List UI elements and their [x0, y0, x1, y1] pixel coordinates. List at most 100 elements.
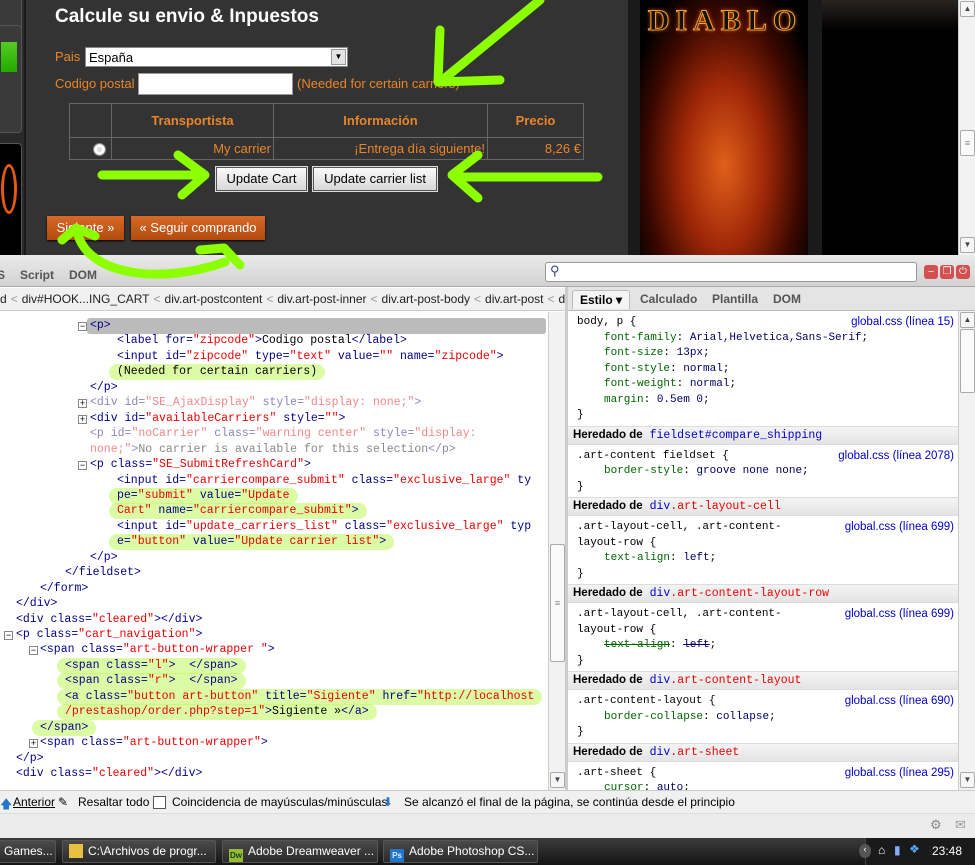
firebug-search-input[interactable]: ⚲ [545, 262, 917, 282]
zip-code-input[interactable] [138, 73, 293, 95]
detach-window-icon[interactable]: ❐ [940, 265, 954, 279]
property-name[interactable]: font-size [604, 347, 663, 359]
breadcrumb-item[interactable]: div.art-post [485, 292, 543, 306]
scroll-down-icon[interactable]: ▼ [960, 237, 975, 253]
inherited-element[interactable]: fieldset [650, 429, 705, 442]
html-tree-line[interactable]: <p id="noCarrier" class="warning center"… [90, 426, 477, 442]
inherited-element[interactable]: div [650, 500, 671, 513]
html-tree-line[interactable]: <div id="SE_AjaxDisplay" style="display:… [90, 395, 421, 411]
css-declaration[interactable]: margin: 0.5em 0; [577, 393, 958, 409]
html-tree-line[interactable]: <span class="r"> </span> [57, 673, 246, 690]
minimize-icon[interactable]: – [924, 265, 938, 279]
rule-source-link[interactable]: global.css (línea 699) [845, 521, 954, 533]
inherited-selector[interactable]: .art-content-layout-row [670, 587, 829, 600]
tab-style[interactable]: Estilo ▾ [572, 290, 631, 309]
breadcrumb-item[interactable]: d [0, 292, 7, 306]
property-value[interactable]: groove none none [696, 465, 802, 477]
task-explorer[interactable]: C:\Archivos de progr... [62, 840, 216, 863]
property-name[interactable]: text-align [604, 639, 670, 651]
html-tree-line[interactable]: <a class="button art-button" title="Sigi… [56, 688, 543, 705]
property-name[interactable]: margin [604, 394, 644, 406]
inherited-element[interactable]: div [650, 587, 671, 600]
rule-source-link[interactable]: global.css (línea 690) [845, 695, 954, 707]
find-previous-button[interactable]: Anterior [13, 795, 55, 809]
css-declaration[interactable]: font-style: normal; [577, 362, 958, 378]
property-value[interactable]: normal [690, 378, 730, 390]
style-panel-scrollbar[interactable]: ▲ ▼ [958, 311, 975, 790]
update-cart-button[interactable]: Update Cart [215, 166, 308, 192]
task-dreamweaver[interactable]: Dw Adobe Dreamweaver ... [222, 840, 378, 863]
html-tree-line[interactable]: </p> [16, 751, 44, 767]
css-declaration[interactable]: font-size: 13px; [577, 346, 958, 362]
scroll-thumb[interactable]: ≡ [960, 130, 975, 156]
css-declaration[interactable]: text-align: left; [577, 638, 958, 654]
css-declaration[interactable]: border-collapse: collapse; [577, 710, 958, 726]
collapse-icon[interactable]: − [29, 646, 38, 656]
html-tree-line[interactable]: <span class="art-button-wrapper"> [40, 735, 268, 751]
css-declaration[interactable]: cursor: auto; [577, 781, 958, 790]
property-value[interactable]: Arial,Helvetica,Sans-Serif [690, 332, 862, 344]
expand-icon[interactable]: + [78, 414, 87, 424]
html-tree-line[interactable]: <div class="cleared"></div> [16, 766, 202, 782]
property-name[interactable]: font-style [604, 363, 670, 375]
scroll-up-icon[interactable]: ▲ [960, 1, 975, 17]
html-tree-line[interactable]: /prestashop/order.php?step=1">Sigiente »… [57, 704, 377, 721]
css-declaration[interactable]: font-family: Arial,Helvetica,Sans-Serif; [577, 331, 958, 347]
html-tree-line[interactable]: pe="submit" value="Update [109, 487, 298, 504]
inherited-element[interactable]: div [650, 674, 671, 687]
addon-icon[interactable]: ⚙ [930, 817, 942, 833]
scroll-down-icon[interactable]: ▼ [550, 772, 565, 788]
property-value[interactable]: auto [657, 782, 683, 790]
sidebar-green-button[interactable] [1, 42, 17, 72]
property-value[interactable]: 13px [677, 347, 703, 359]
css-declaration[interactable]: border-style: groove none none; [577, 464, 958, 480]
inherited-selector[interactable]: .art-content-layout [670, 674, 801, 687]
property-name[interactable]: border-style [604, 465, 683, 477]
scroll-thumb[interactable] [960, 329, 975, 393]
match-case-checkbox[interactable] [153, 796, 166, 809]
breadcrumb-item[interactable]: div.art-post-body [382, 292, 470, 306]
carrier-radio[interactable] [93, 142, 106, 156]
property-value[interactable]: left [683, 552, 709, 564]
expand-icon[interactable]: + [29, 739, 38, 749]
property-name[interactable]: border-collapse [604, 711, 703, 723]
html-tree-line[interactable]: </form> [40, 581, 88, 597]
page-scrollbar[interactable]: ▲ ≡ ▼ [958, 0, 975, 255]
rule-source-link[interactable]: global.css (línea 295) [845, 767, 954, 779]
html-tree-line[interactable]: Cart" name="carriercompare_submit"> [109, 503, 367, 520]
inherited-selector[interactable]: #compare_shipping [705, 429, 822, 442]
css-declaration[interactable]: text-align: left; [577, 551, 958, 567]
property-value[interactable]: left [683, 639, 709, 651]
breadcrumb-item[interactable]: div#HOOK...ING_CART [22, 292, 150, 306]
property-value[interactable]: normal [683, 363, 723, 375]
html-tree-line[interactable]: e="button" value="Update carrier list"> [108, 534, 395, 551]
html-tree-line[interactable]: <div class="cleared"></div> [16, 612, 202, 628]
expand-icon[interactable]: + [78, 399, 87, 409]
scroll-down-icon[interactable]: ▼ [960, 772, 975, 788]
html-tree-line[interactable]: none;">No carrier is available for this … [90, 442, 456, 458]
inherited-selector[interactable]: .art-sheet [670, 746, 739, 759]
html-tree-line[interactable]: <input id="carriercompare_submit" class=… [117, 473, 531, 489]
property-value[interactable]: collapse [716, 711, 769, 723]
html-tree-line[interactable]: <div id="availableCarriers" style=""> [90, 411, 345, 427]
highlight-all-button[interactable]: Resaltar todo [78, 795, 149, 809]
country-select[interactable]: España ▼ [85, 47, 348, 67]
html-tree-line[interactable]: <p> [87, 318, 546, 334]
property-value[interactable]: 0.5em 0 [657, 394, 703, 406]
property-name[interactable]: font-weight [604, 378, 677, 390]
collapse-icon[interactable]: − [4, 631, 13, 640]
property-name[interactable]: cursor [604, 782, 644, 790]
html-tree-line[interactable]: <span class="l"> </span> [57, 657, 246, 674]
inherited-element[interactable]: div [650, 746, 671, 759]
tab-css[interactable]: S [0, 268, 5, 282]
html-tree-line[interactable]: <p class="SE_SubmitRefreshCard"> [90, 457, 311, 473]
html-tree-line[interactable]: <input id="update_carriers_list" class="… [117, 519, 531, 535]
html-tree-line[interactable]: <input id="zipcode" type="text" value=""… [117, 349, 504, 365]
html-tree-line[interactable]: <span class="art-button-wrapper "> [40, 642, 275, 658]
close-firebug-icon[interactable]: ⏻ [956, 265, 970, 279]
dropbox-icon[interactable]: ❖ [909, 842, 920, 856]
task-games[interactable]: Games... [0, 840, 56, 863]
tab-side-dom[interactable]: DOM [773, 292, 801, 306]
scroll-up-icon[interactable]: ▲ [960, 312, 975, 328]
mail-icon[interactable]: ✉ [955, 817, 966, 833]
